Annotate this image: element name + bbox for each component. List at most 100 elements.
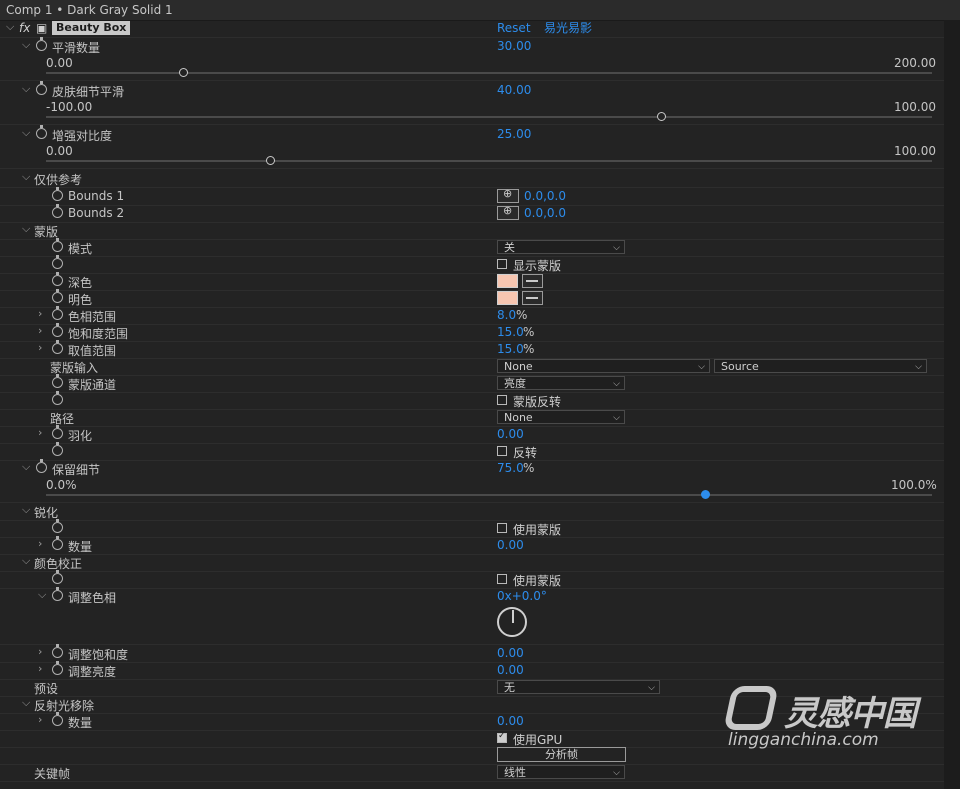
stopwatch-icon[interactable] — [52, 442, 63, 456]
analyze-frame-button[interactable]: 分析帧 — [497, 747, 626, 762]
mask-channel-row: 蒙版通道 亮度 ⌵ — [0, 374, 944, 393]
chevron-down-icon[interactable]: ⌵ — [38, 588, 46, 602]
slider-knob[interactable] — [266, 156, 275, 165]
stopwatch-icon[interactable] — [36, 459, 47, 473]
use-gpu-checkbox[interactable] — [497, 731, 507, 743]
stopwatch-icon[interactable] — [36, 81, 47, 95]
stopwatch-icon[interactable] — [52, 519, 63, 533]
mask-channel-dropdown[interactable]: 亮度 ⌵ — [497, 376, 625, 390]
stopwatch-icon[interactable] — [52, 289, 63, 303]
mask-invert-checkbox[interactable] — [497, 395, 507, 405]
sharpen-group-row[interactable]: ⌵ 锐化 — [0, 503, 944, 521]
param-value[interactable]: 40.00 — [497, 83, 531, 97]
mask-source-dropdown[interactable]: Source ⌵ — [714, 359, 927, 373]
slider-knob[interactable] — [701, 490, 710, 499]
param-value[interactable]: 0x+0.0° — [497, 589, 547, 603]
chevron-right-icon[interactable]: › — [38, 645, 42, 658]
chevron-right-icon[interactable]: › — [38, 307, 42, 320]
eyedropper-icon[interactable] — [522, 274, 543, 288]
param-value[interactable]: 25.00 — [497, 127, 531, 141]
mask-mode-dropdown[interactable]: 关 ⌵ — [497, 240, 625, 254]
scrollbar[interactable] — [944, 20, 960, 789]
chevron-down-icon[interactable]: ⌵ — [22, 503, 30, 517]
param-value[interactable]: 0.00 — [497, 714, 524, 728]
effect-header-row[interactable]: ⌵ fx ▣ Beauty Box Reset 易光易影 — [0, 20, 944, 38]
chevron-down-icon[interactable]: ⌵ — [22, 222, 30, 236]
credit-link[interactable]: 易光易影 — [544, 19, 592, 36]
stopwatch-icon[interactable] — [52, 272, 63, 286]
stopwatch-icon[interactable] — [52, 204, 63, 218]
stopwatch-icon[interactable] — [52, 587, 63, 601]
param-value[interactable]: 0.00 — [497, 427, 524, 441]
reference-group-row[interactable]: ⌵ 仅供参考 — [0, 170, 944, 188]
preset-dropdown[interactable]: 无 ⌵ — [497, 680, 660, 694]
slider-track[interactable] — [46, 116, 932, 118]
chevron-down-icon[interactable]: ⌵ — [22, 170, 30, 184]
stopwatch-icon[interactable] — [36, 125, 47, 139]
param-label: 蒙版通道 — [68, 378, 117, 392]
param-value[interactable]: 15.0 — [497, 325, 524, 339]
chevron-right-icon[interactable]: › — [38, 662, 42, 675]
effect-name[interactable]: Beauty Box — [52, 21, 131, 35]
stopwatch-icon[interactable] — [52, 374, 63, 388]
param-value[interactable]: 0.00 — [497, 646, 524, 660]
eyedropper-icon[interactable] — [522, 291, 543, 305]
stopwatch-icon[interactable] — [52, 536, 63, 550]
mask-group-row[interactable]: ⌵ 蒙版 — [0, 222, 944, 240]
param-value[interactable]: 8.0 — [497, 308, 516, 322]
stopwatch-icon[interactable] — [52, 306, 63, 320]
stopwatch-icon[interactable] — [52, 187, 63, 201]
stopwatch-icon[interactable] — [52, 238, 63, 252]
param-value[interactable]: 0.0,0.0 — [524, 206, 566, 220]
chevron-right-icon[interactable]: › — [38, 713, 42, 726]
stopwatch-icon[interactable] — [52, 323, 63, 337]
param-value[interactable]: 75.0 — [497, 461, 524, 475]
keyframe-dropdown[interactable]: 线性 ⌵ — [497, 765, 625, 779]
chevron-down-icon[interactable]: ⌵ — [6, 20, 14, 34]
stopwatch-icon[interactable] — [52, 340, 63, 354]
use-mask-checkbox[interactable] — [497, 574, 507, 584]
stopwatch-icon[interactable] — [52, 644, 63, 658]
color-correct-group-row[interactable]: ⌵ 颜色校正 — [0, 554, 944, 572]
param-value[interactable]: 0.00 — [497, 663, 524, 677]
reset-button[interactable]: Reset — [497, 21, 531, 35]
param-value[interactable]: 15.0 — [497, 342, 524, 356]
stopwatch-icon[interactable] — [52, 425, 63, 439]
color-swatch[interactable] — [497, 274, 518, 288]
use-mask-checkbox[interactable] — [497, 523, 507, 533]
stopwatch-icon[interactable] — [52, 255, 63, 269]
chevron-right-icon[interactable]: › — [38, 324, 42, 337]
stopwatch-icon[interactable] — [52, 570, 63, 584]
slider-knob[interactable] — [657, 112, 666, 121]
color-swatch[interactable] — [497, 291, 518, 305]
chevron-down-icon[interactable]: ⌵ — [22, 126, 30, 140]
stopwatch-icon[interactable] — [52, 661, 63, 675]
stopwatch-icon[interactable] — [52, 712, 63, 726]
reverse-checkbox[interactable] — [497, 446, 507, 456]
param-value[interactable]: 30.00 — [497, 39, 531, 53]
slider-track[interactable] — [46, 494, 932, 496]
point-picker-button[interactable] — [497, 204, 519, 220]
chevron-right-icon[interactable]: › — [38, 537, 42, 550]
panel-title: Comp 1 • Dark Gray Solid 1 — [6, 3, 173, 17]
param-value[interactable]: 0.00 — [497, 538, 524, 552]
stopwatch-icon[interactable] — [36, 37, 47, 51]
chevron-right-icon[interactable]: › — [38, 341, 42, 354]
path-dropdown[interactable]: None ⌵ — [497, 410, 625, 424]
chevron-down-icon[interactable]: ⌵ — [22, 460, 30, 474]
slider-knob[interactable] — [179, 68, 188, 77]
chevron-down-icon[interactable]: ⌵ — [22, 38, 30, 52]
slider-track[interactable] — [46, 160, 932, 162]
mask-input-dropdown[interactable]: None ⌵ — [497, 359, 710, 373]
angle-dial[interactable] — [497, 607, 527, 637]
chevron-down-icon[interactable]: ⌵ — [22, 82, 30, 96]
show-mask-checkbox[interactable] — [497, 259, 507, 269]
point-picker-button[interactable] — [497, 187, 519, 203]
keep-detail-row: ⌵ 保留细节 75.0 % 0.0% 100.0% — [0, 459, 944, 503]
stopwatch-icon[interactable] — [52, 391, 63, 405]
fx-toggle[interactable]: fx — [19, 21, 30, 35]
param-value[interactable]: 0.0,0.0 — [524, 189, 566, 203]
chevron-down-icon[interactable]: ⌵ — [22, 554, 30, 568]
chevron-right-icon[interactable]: › — [38, 426, 42, 439]
chevron-down-icon[interactable]: ⌵ — [22, 696, 30, 710]
